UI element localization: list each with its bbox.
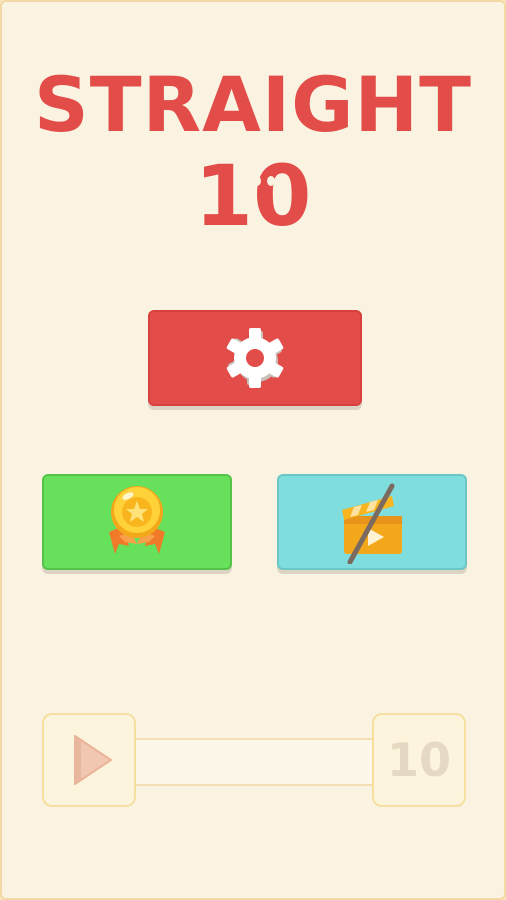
play-tile[interactable] <box>42 713 136 807</box>
play-icon <box>74 735 112 785</box>
count-label: 10 <box>386 733 451 787</box>
settings-button[interactable] <box>148 310 362 406</box>
medal-icon <box>109 486 165 554</box>
progress-track <box>130 738 384 786</box>
no-video-ads-icon <box>342 483 402 564</box>
no-ads-button[interactable] <box>277 474 467 570</box>
eyes-decoration <box>251 176 277 186</box>
count-tile: 10 <box>372 713 466 807</box>
title-number: 10 <box>195 148 312 244</box>
game-title: STRAIGHT <box>33 60 473 149</box>
gear-icon <box>226 328 284 388</box>
achievements-button[interactable] <box>42 474 232 570</box>
game-subtitle: 10 <box>0 148 506 244</box>
title-number-text: 10 <box>194 147 312 245</box>
